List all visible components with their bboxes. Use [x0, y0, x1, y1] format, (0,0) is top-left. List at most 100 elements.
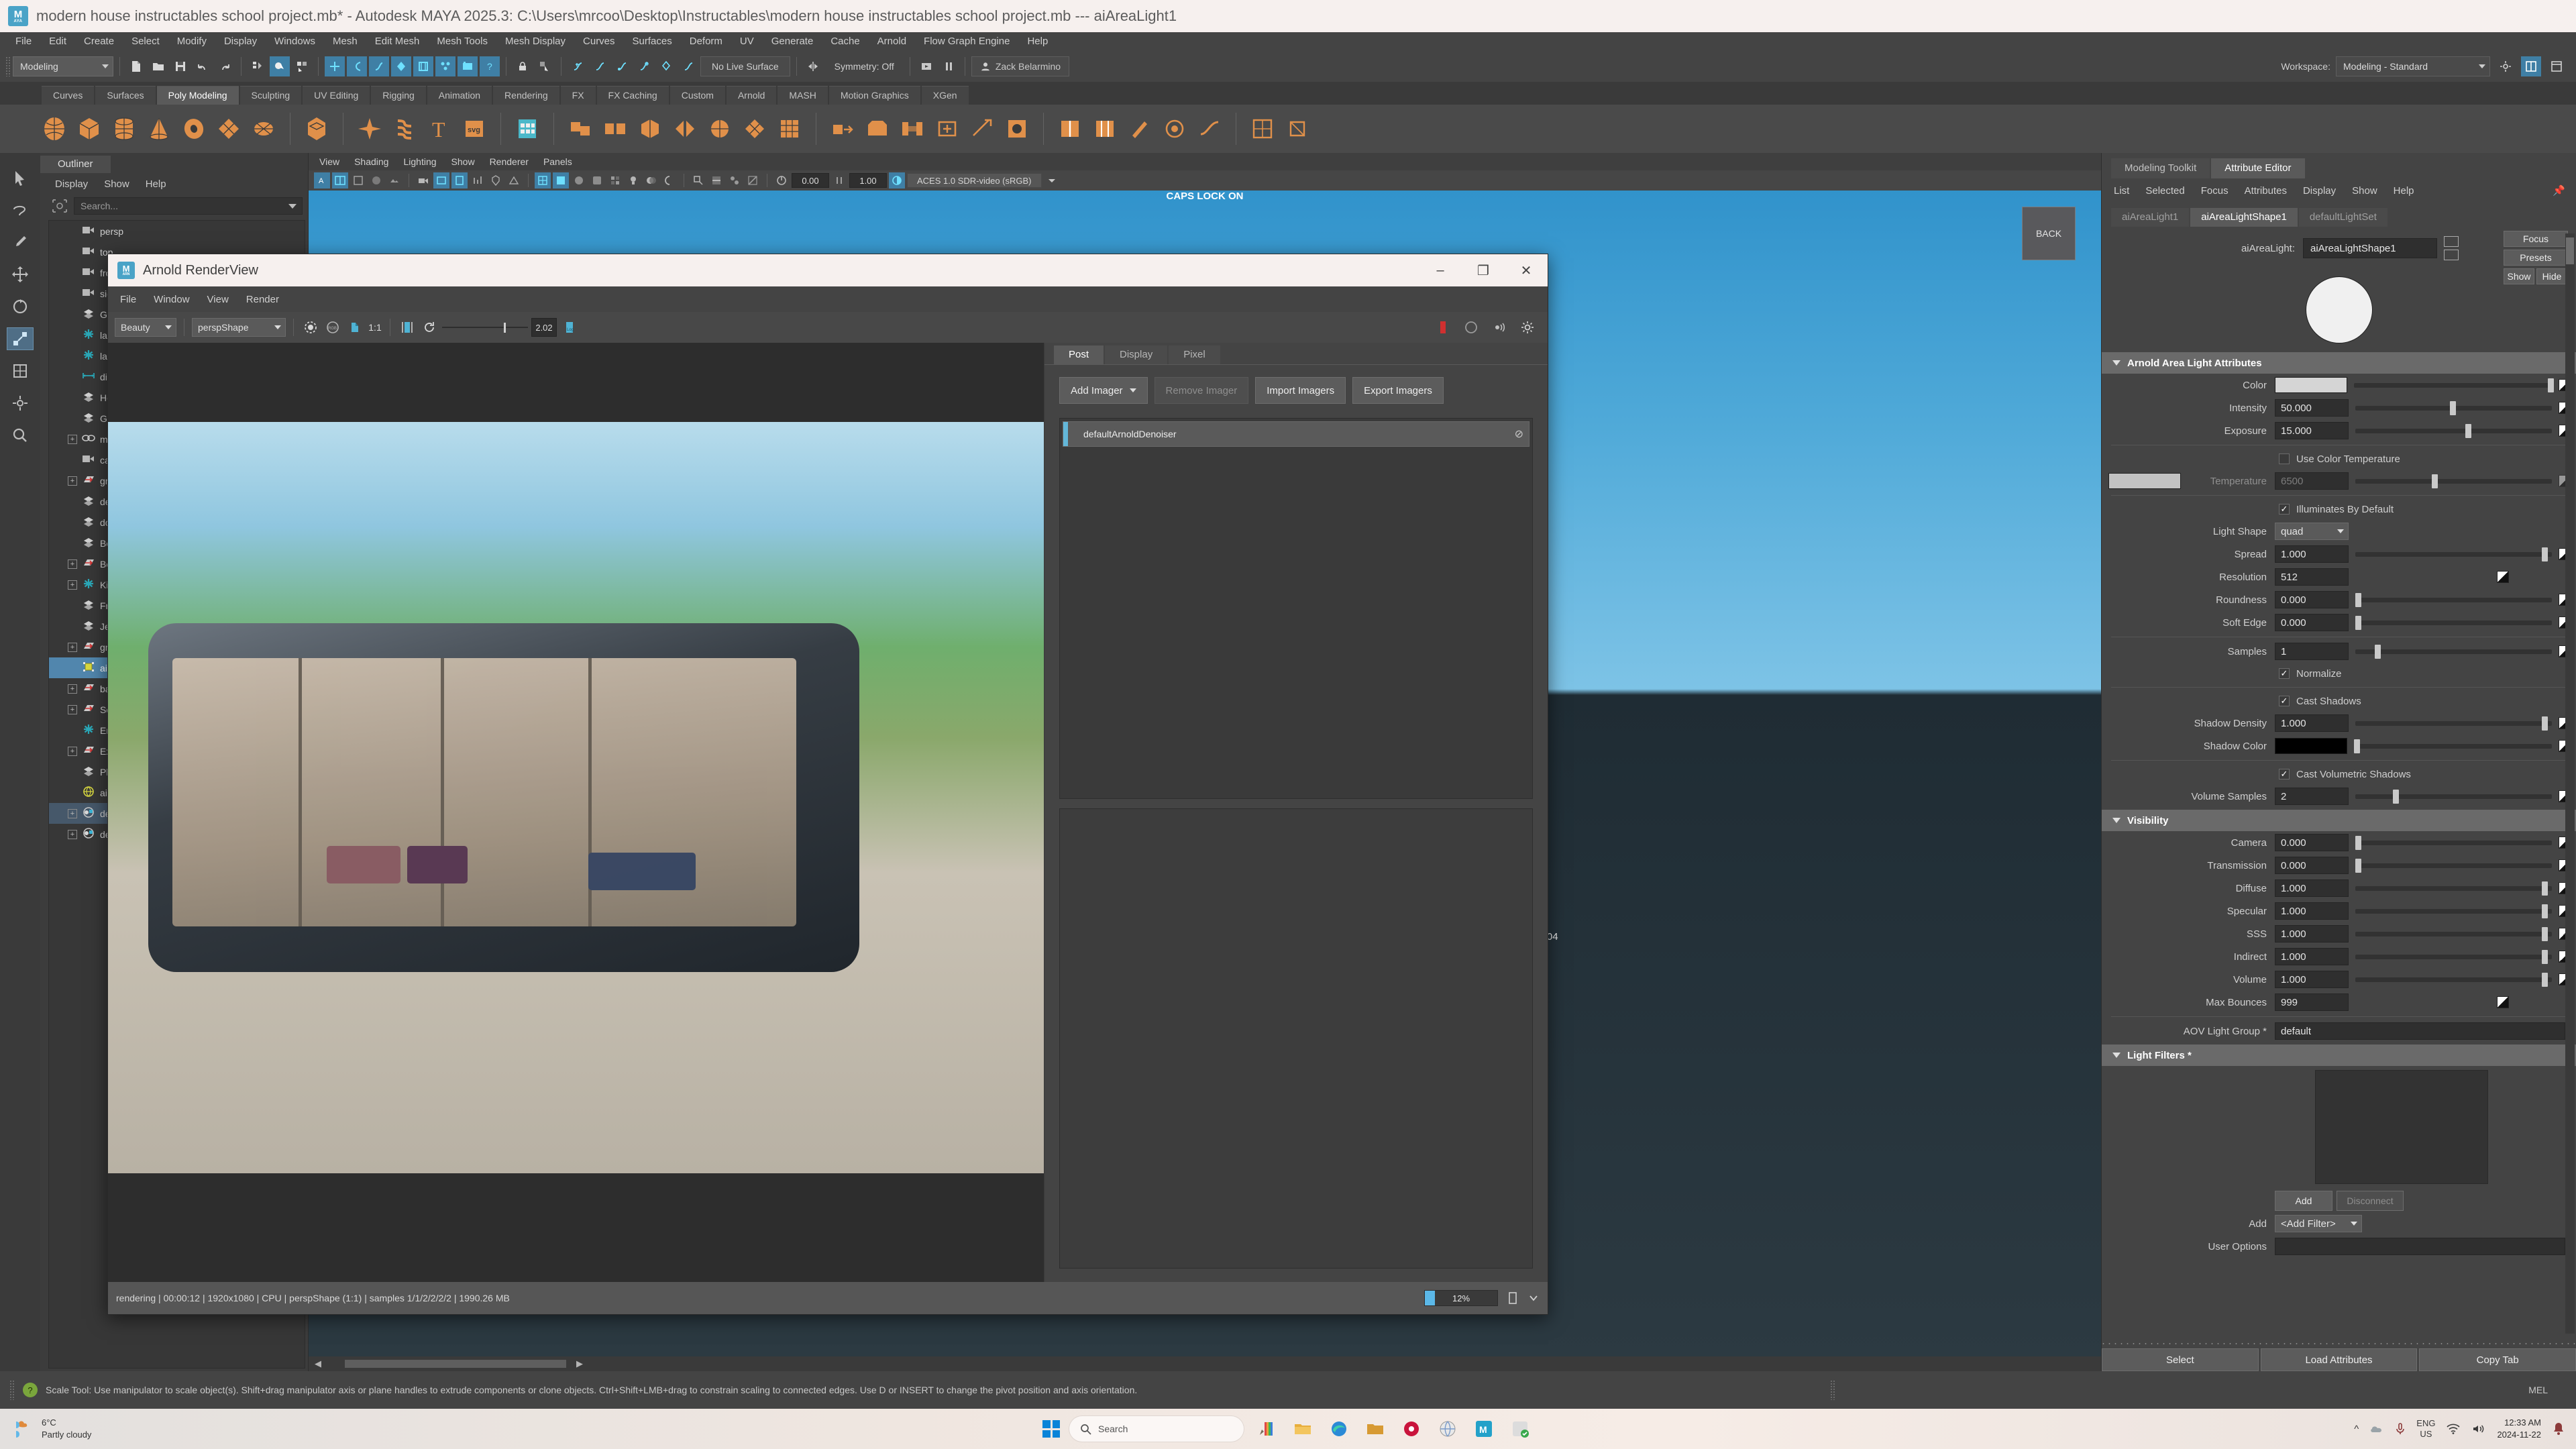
viewport-colorspace-dropdown[interactable]: ACES 1.0 SDR-video (sRGB)	[907, 173, 1042, 188]
select-by-object-button[interactable]	[270, 56, 290, 76]
onedrive-icon[interactable]	[2369, 1423, 2384, 1435]
poly-cone-icon[interactable]	[144, 113, 174, 144]
shadow-color-slider[interactable]	[2354, 737, 2552, 755]
light-shape-dropdown[interactable]: quad	[2275, 523, 2349, 540]
select-tool-settings-button[interactable]	[535, 56, 555, 76]
filter-icon[interactable]	[51, 198, 68, 214]
uv-unfold-icon[interactable]	[1282, 113, 1313, 144]
section-arnold-area-light-attributes[interactable]: Arnold Area Light Attributes	[2102, 352, 2576, 374]
menu-arnold[interactable]: Arnold	[869, 32, 915, 51]
node-next-button[interactable]	[2444, 250, 2459, 260]
renderview-menu-file[interactable]: File	[120, 294, 136, 305]
viewport-texture-icon[interactable]	[368, 172, 384, 189]
outliner-menu-display[interactable]: Display	[55, 178, 88, 190]
shelf-tab-arnold[interactable]: Arnold	[726, 86, 777, 105]
light-filters-list[interactable]	[2315, 1070, 2488, 1184]
viewport-film-gate-icon[interactable]	[451, 172, 468, 189]
snap-to-grid-button[interactable]	[325, 56, 345, 76]
renderview-menu-view[interactable]: View	[207, 294, 229, 305]
viewport-isolate-select-icon[interactable]	[690, 172, 706, 189]
show-button[interactable]: Show	[2504, 268, 2534, 284]
viewport-menu-lighting[interactable]: Lighting	[403, 156, 436, 167]
shelf-tab-xgen[interactable]: XGen	[921, 86, 969, 105]
viewport-grid-icon[interactable]	[350, 172, 366, 189]
remesh-icon[interactable]	[774, 113, 805, 144]
attr-value[interactable]: 999	[2275, 994, 2349, 1011]
live-surface-field[interactable]: No Live Surface	[700, 56, 790, 76]
viewport-exposure-value[interactable]: 0.00	[792, 173, 829, 188]
expand-toggle-icon[interactable]: +	[68, 434, 77, 444]
viewport-shade-options-icon[interactable]	[589, 172, 605, 189]
paint-select-tool-button[interactable]	[7, 231, 34, 254]
viewport-safe-action-icon[interactable]	[488, 172, 504, 189]
rotate-tool-button[interactable]	[7, 295, 34, 318]
menu-modify[interactable]: Modify	[168, 32, 215, 51]
offset-edge-loop-icon[interactable]	[1089, 113, 1120, 144]
imager-list-item[interactable]: defaultArnoldDenoiser ⊘	[1063, 421, 1529, 447]
combine-icon[interactable]	[565, 113, 596, 144]
menu-surfaces[interactable]: Surfaces	[624, 32, 681, 51]
curve-snap-5-icon[interactable]	[656, 56, 676, 76]
attr-value[interactable]: 1.000	[2275, 714, 2349, 732]
exposure-value-field[interactable]: 2.02	[531, 318, 557, 337]
ae-menu-focus[interactable]: Focus	[2201, 185, 2229, 197]
section-light-filters[interactable]: Light Filters *	[2102, 1044, 2576, 1066]
scroll-left-arrow-icon[interactable]: ◀	[313, 1358, 323, 1369]
shelf-tab-custom[interactable]: Custom	[669, 86, 725, 105]
panel-resize-handle[interactable]	[2102, 1339, 2576, 1348]
tab-post[interactable]: Post	[1054, 345, 1104, 364]
section-visibility[interactable]: Visibility	[2102, 810, 2576, 831]
ipr-updates-icon[interactable]	[1490, 318, 1509, 337]
expand-toggle-icon[interactable]: +	[68, 704, 77, 714]
add-filter-dropdown[interactable]: <Add Filter>	[2275, 1215, 2362, 1232]
scroll-right-arrow-icon[interactable]: ▶	[574, 1358, 585, 1369]
menu-help[interactable]: Help	[1018, 32, 1057, 51]
wifi-icon[interactable]	[2446, 1423, 2461, 1435]
tab-pixel[interactable]: Pixel	[1169, 345, 1220, 364]
notification-bell-icon[interactable]	[2552, 1421, 2565, 1436]
volume-slider[interactable]	[2355, 971, 2552, 988]
viewport-smooth-shade-icon[interactable]	[553, 172, 569, 189]
node-name-field[interactable]: aiAreaLightShape1	[2303, 238, 2437, 258]
presets-button[interactable]: Presets	[2504, 250, 2568, 266]
user-account-button[interactable]: Zack Belarmino	[971, 56, 1070, 76]
viewport-horizontal-scrollbar[interactable]: ◀ ▶	[309, 1356, 2101, 1371]
magnify-tool-button[interactable]	[7, 424, 34, 447]
attr-value[interactable]: default	[2275, 1022, 2565, 1040]
viewport-select-camera-icon[interactable]: A	[314, 172, 330, 189]
samples-slider[interactable]	[2355, 643, 2552, 660]
scroll-thumb[interactable]	[345, 1360, 566, 1368]
weather-widget[interactable]: 6°C Partly cloudy	[0, 1417, 91, 1440]
arnold-renderview-window[interactable]: M ARN Arnold RenderView – ❐ ✕ File Windo…	[107, 254, 1548, 1315]
render-settings-button[interactable]: ?	[480, 56, 500, 76]
fit-image-icon[interactable]	[398, 318, 417, 337]
poly-platonic-icon[interactable]	[301, 113, 332, 144]
symmetry-icon[interactable]	[803, 56, 823, 76]
snap-to-plane-button[interactable]	[391, 56, 411, 76]
workspace-layout-icon[interactable]	[2521, 56, 2541, 76]
diffuse-slider[interactable]	[2355, 879, 2552, 897]
open-scene-button[interactable]	[148, 56, 168, 76]
pause-icon[interactable]	[938, 56, 959, 76]
help-icon[interactable]: ?	[23, 1383, 38, 1397]
attr-value[interactable]: 15.000	[2275, 422, 2349, 439]
attribute-editor-scrollbar[interactable]	[2565, 233, 2575, 1334]
node-tab-aiarealightshape1[interactable]: aiAreaLightShape1	[2190, 208, 2298, 227]
map-button-icon[interactable]	[2497, 571, 2509, 583]
curve-snap-1-icon[interactable]	[568, 56, 588, 76]
imager-list[interactable]: defaultArnoldDenoiser ⊘	[1059, 418, 1533, 799]
attr-value[interactable]: 50.000	[2275, 399, 2349, 417]
shelf-tab-animation[interactable]: Animation	[427, 86, 492, 105]
menu-curves[interactable]: Curves	[574, 32, 624, 51]
shelf-tab-mash[interactable]: MASH	[777, 86, 828, 105]
outliner-menu-show[interactable]: Show	[104, 178, 129, 190]
node-tab-aiarealight1[interactable]: aiAreaLight1	[2111, 208, 2190, 227]
windows-start-icon[interactable]	[1042, 1420, 1060, 1438]
mel-label[interactable]: MEL	[2528, 1385, 2567, 1395]
attr-cast-shadows[interactable]: ✓ Cast Shadows	[2102, 690, 2576, 712]
render-canvas[interactable]	[108, 343, 1044, 1282]
show-manipulator-tool-button[interactable]	[7, 392, 34, 415]
checkbox[interactable]	[2279, 453, 2290, 464]
attr-value[interactable]: 1.000	[2275, 902, 2349, 920]
taskbar-browser-icon[interactable]	[1434, 1415, 1461, 1442]
